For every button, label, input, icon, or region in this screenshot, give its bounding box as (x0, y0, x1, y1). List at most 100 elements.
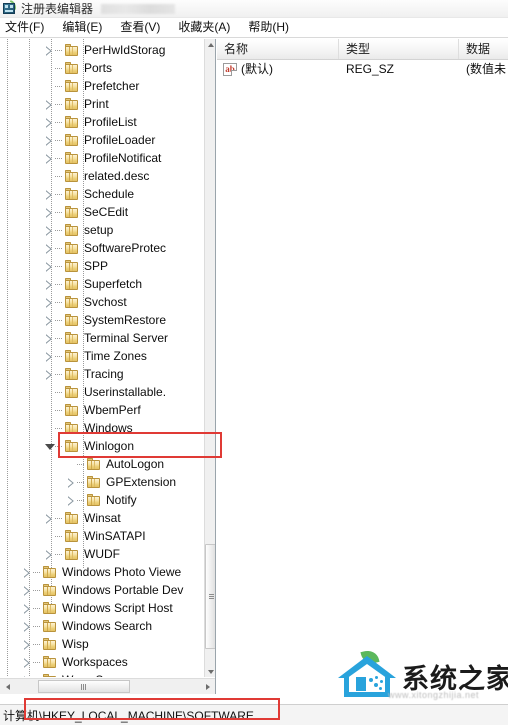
tree-item-label: Ports (84, 61, 113, 75)
column-header-data[interactable]: 数据 (459, 39, 508, 59)
expand-arrow-icon[interactable] (22, 563, 33, 581)
tree-item-terminal-server[interactable]: Terminal Server (0, 329, 205, 347)
tree-item-windows-script-host[interactable]: Windows Script Host (0, 599, 205, 617)
tree-item-profileloader[interactable]: ProfileLoader (0, 131, 205, 149)
tree-vscroll-thumb[interactable] (205, 544, 215, 649)
expand-arrow-icon[interactable] (44, 311, 55, 329)
value-row[interactable]: ab (默认) REG_SZ (数值未 (217, 60, 508, 79)
tree-item-ports[interactable]: Ports (0, 59, 205, 77)
folder-icon (64, 367, 80, 381)
registry-tree-viewport[interactable]: PerHwIdStorag Ports Prefetcher Print Profile… (0, 39, 205, 677)
expand-arrow-icon[interactable] (44, 293, 55, 311)
tree-item-autologon[interactable]: AutoLogon (0, 455, 205, 473)
expand-arrow-icon[interactable] (44, 239, 55, 257)
tree-item-systemrestore[interactable]: SystemRestore (0, 311, 205, 329)
tree-item-gpextension[interactable]: GPExtension (0, 473, 205, 491)
tree-vertical-scrollbar[interactable] (204, 39, 215, 677)
tree-item-secedit[interactable]: SeCEdit (0, 203, 205, 221)
tree-item-perhwidstorag[interactable]: PerHwIdStorag (0, 41, 205, 59)
menu-item-help[interactable]: 帮助(H) (239, 18, 298, 37)
tree-item-windows-portable-dev[interactable]: Windows Portable Dev (0, 581, 205, 599)
expand-arrow-icon[interactable] (44, 41, 55, 59)
tree-item-wbemperf[interactable]: WbemPerf (0, 401, 205, 419)
expand-arrow-icon[interactable] (66, 491, 77, 509)
tree-horizontal-scrollbar[interactable] (0, 678, 215, 694)
tree-item-userinstallable-[interactable]: Userinstallable. (0, 383, 205, 401)
expand-arrow-icon[interactable] (44, 545, 55, 563)
tree-item-setup[interactable]: setup (0, 221, 205, 239)
tree-item-notify[interactable]: Notify (0, 491, 205, 509)
tree-hscroll-thumb[interactable] (38, 680, 130, 693)
expand-arrow-icon[interactable] (44, 329, 55, 347)
tree-item-profilenotificat[interactable]: ProfileNotificat (0, 149, 205, 167)
tree-item-related-desc[interactable]: related.desc (0, 167, 205, 185)
expand-arrow-icon[interactable] (44, 185, 55, 203)
expand-arrow-icon[interactable] (22, 617, 33, 635)
expand-arrow-icon[interactable] (22, 635, 33, 653)
tree-item-winlogon[interactable]: Winlogon (0, 437, 205, 455)
tree-item-label: Superfetch (84, 277, 143, 291)
tree-connector-icon (55, 203, 64, 221)
expand-arrow-icon[interactable] (44, 275, 55, 293)
expand-arrow-icon[interactable] (22, 599, 33, 617)
scroll-up-arrow-icon[interactable] (205, 39, 215, 50)
expand-arrow-icon[interactable] (66, 473, 77, 491)
collapse-arrow-icon[interactable] (44, 437, 55, 455)
expand-arrow-icon[interactable] (22, 671, 33, 677)
tree-item-print[interactable]: Print (0, 95, 205, 113)
tree-item-winsatapi[interactable]: WinSATAPI (0, 527, 205, 545)
folder-icon (64, 331, 80, 345)
column-header-type[interactable]: 类型 (339, 39, 459, 59)
tree-item-time-zones[interactable]: Time Zones (0, 347, 205, 365)
tree-connector-icon (33, 563, 42, 581)
folder-icon (64, 151, 80, 165)
tree-item-winsat[interactable]: Winsat (0, 509, 205, 527)
folder-icon (64, 169, 80, 183)
menu-item-view[interactable]: 查看(V) (111, 18, 169, 37)
tree-item-superfetch[interactable]: Superfetch (0, 275, 205, 293)
tree-item-wudf[interactable]: WUDF (0, 545, 205, 563)
folder-icon (64, 205, 80, 219)
tree-item-workspaces[interactable]: Workspaces (0, 653, 205, 671)
expand-arrow-icon[interactable] (44, 257, 55, 275)
expand-arrow-icon[interactable] (44, 149, 55, 167)
folder-icon (64, 223, 80, 237)
tree-item-profilelist[interactable]: ProfileList (0, 113, 205, 131)
tree-item-windows-search[interactable]: Windows Search (0, 617, 205, 635)
tree-item-schedule[interactable]: Schedule (0, 185, 205, 203)
tree-connector-icon (55, 131, 64, 149)
tree-item-wwansvc[interactable]: WwanSvc (0, 671, 205, 677)
tree-item-tracing[interactable]: Tracing (0, 365, 205, 383)
tree-item-windows[interactable]: Windows (0, 419, 205, 437)
tree-item-wisp[interactable]: Wisp (0, 635, 205, 653)
tree-connector-icon (55, 383, 64, 401)
expand-arrow-icon[interactable] (44, 365, 55, 383)
expand-arrow-icon[interactable] (44, 509, 55, 527)
tree-item-softwareprotec[interactable]: SoftwareProtec (0, 239, 205, 257)
tree-item-prefetcher[interactable]: Prefetcher (0, 77, 205, 95)
expand-arrow-icon[interactable] (44, 131, 55, 149)
tree-item-spp[interactable]: SPP (0, 257, 205, 275)
expand-arrow-icon[interactable] (22, 581, 33, 599)
expand-arrow-icon[interactable] (22, 653, 33, 671)
expand-arrow-icon[interactable] (44, 221, 55, 239)
tree-connector-icon (33, 581, 42, 599)
menu-item-edit[interactable]: 编辑(E) (53, 18, 111, 37)
expand-arrow-icon[interactable] (44, 203, 55, 221)
tree-item-svchost[interactable]: Svchost (0, 293, 205, 311)
expand-arrow-icon[interactable] (44, 95, 55, 113)
menu-item-favorites[interactable]: 收藏夹(A) (169, 18, 239, 37)
expand-arrow-icon[interactable] (44, 113, 55, 131)
tree-item-label: Time Zones (84, 349, 147, 363)
column-header-name[interactable]: 名称 (217, 39, 339, 59)
tree-connector-icon (55, 185, 64, 203)
expand-arrow-icon[interactable] (44, 347, 55, 365)
scroll-left-arrow-icon[interactable] (0, 679, 16, 694)
menu-item-file[interactable]: 文件(F) (0, 18, 53, 37)
scroll-right-arrow-icon[interactable] (200, 679, 215, 694)
tree-item-windows-photo-viewe[interactable]: Windows Photo Viewe (0, 563, 205, 581)
folder-icon (64, 511, 80, 525)
scroll-down-arrow-icon[interactable] (205, 666, 215, 677)
tree-connector-icon (55, 275, 64, 293)
